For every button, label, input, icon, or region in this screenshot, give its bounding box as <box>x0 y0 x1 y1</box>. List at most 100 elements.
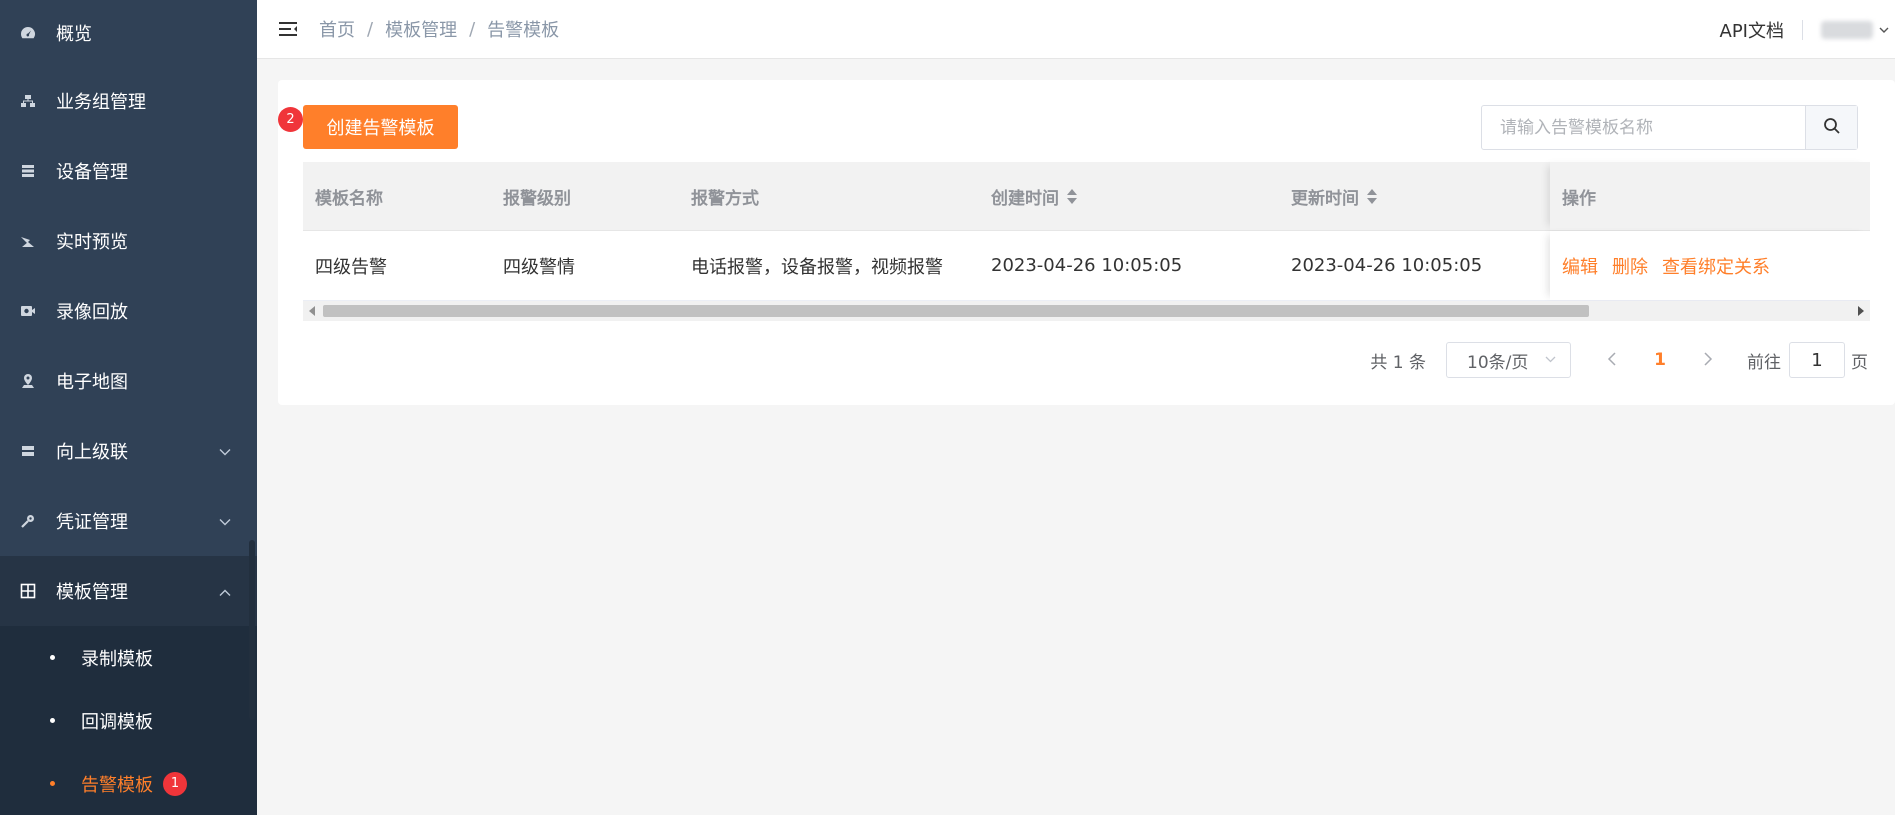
bullet-dot <box>50 655 55 660</box>
sidebar-item-credentials[interactable]: 凭证管理 <box>0 486 257 556</box>
avatar[interactable] <box>1821 20 1873 39</box>
delete-link[interactable]: 删除 <box>1612 253 1648 279</box>
sidebar-item-cascade[interactable]: 向上级联 <box>0 416 257 486</box>
sidebar-item-live-preview[interactable]: 实时预览 <box>0 206 257 276</box>
view-bindings-link[interactable]: 查看绑定关系 <box>1662 253 1770 279</box>
scroll-left-icon[interactable] <box>309 306 315 316</box>
column-header-updated[interactable]: 更新时间 <box>1279 184 1549 209</box>
bullet-dot <box>50 781 55 786</box>
pagination: 共 1 条 10条/页 1 前往 页 <box>1370 342 1868 378</box>
page-size-value: 10条/页 <box>1467 352 1529 373</box>
cell-created: 2023-04-26 10:05:05 <box>991 255 1183 276</box>
header-right: API文档 <box>1720 0 1895 59</box>
sidebar: 概览 业务组管理 设备管理 实时预览 录像回放 电子地图 向上级联 凭证管理 模… <box>0 0 257 815</box>
alarm-template-table: 模板名称 报警级别 报警方式 创建时间 更新时间 操作 四级告警 四级警情 电话… <box>303 162 1870 321</box>
sort-icon[interactable] <box>1067 188 1077 204</box>
create-alarm-template-button[interactable]: 创建告警模板 <box>303 105 458 149</box>
alarm-template-card: 创建告警模板 2 模板名称 报警级别 报警方式 创建时间 更新时间 操作 四级告… <box>278 80 1895 405</box>
sidebar-item-map[interactable]: 电子地图 <box>0 346 257 416</box>
sidebar-item-business-group[interactable]: 业务组管理 <box>0 66 257 136</box>
breadcrumb-current: 告警模板 <box>487 20 560 41</box>
table-header: 模板名称 报警级别 报警方式 创建时间 更新时间 操作 <box>303 162 1870 231</box>
page-size-select[interactable]: 10条/页 <box>1446 342 1571 378</box>
key-icon <box>20 513 36 529</box>
bullet-dot <box>50 718 55 723</box>
sidebar-scrollbar[interactable] <box>249 540 255 720</box>
table-row: 四级告警 四级警情 电话报警，设备报警，视频报警 2023-04-26 10:0… <box>303 231 1870 301</box>
top-header: 首页 / 模板管理 / 告警模板 API文档 <box>257 0 1895 59</box>
sidebar-subitem-recording-template[interactable]: 录制模板 <box>0 626 257 689</box>
table-horizontal-scrollbar[interactable] <box>303 301 1870 321</box>
goto-page-input[interactable] <box>1789 342 1845 378</box>
api-doc-link[interactable]: API文档 <box>1720 17 1784 43</box>
page-number-current[interactable]: 1 <box>1635 350 1685 370</box>
sidebar-item-playback[interactable]: 录像回放 <box>0 276 257 346</box>
sort-icon[interactable] <box>1367 188 1377 204</box>
column-header-actions: 操作 <box>1550 162 1870 230</box>
sidebar-item-device[interactable]: 设备管理 <box>0 136 257 206</box>
chevron-down-icon[interactable] <box>1879 23 1889 37</box>
sidebar-subitem-label: 录制模板 <box>81 648 153 670</box>
sidebar-subitem-alarm-template[interactable]: 告警模板 1 <box>0 752 257 815</box>
dashboard-icon <box>20 25 36 41</box>
sidebar-item-label: 业务组管理 <box>56 92 146 113</box>
cell-method: 电话报警，设备报警，视频报警 <box>691 256 943 278</box>
divider <box>1802 19 1803 40</box>
collapse-menu-icon[interactable] <box>277 18 299 40</box>
sidebar-item-label: 概览 <box>56 24 92 45</box>
edit-link[interactable]: 编辑 <box>1562 253 1598 279</box>
grid-icon <box>20 583 36 599</box>
sidebar-item-label: 录像回放 <box>56 302 128 323</box>
column-header-label: 创建时间 <box>991 188 1059 209</box>
cell-actions: 编辑 删除 查看绑定关系 <box>1550 231 1870 300</box>
goto-label: 前往 <box>1747 352 1781 373</box>
sidebar-subitem-label: 回调模板 <box>81 711 153 733</box>
column-header-level: 报警级别 <box>503 188 571 209</box>
sidebar-item-overview[interactable]: 概览 <box>0 0 257 66</box>
next-page-button[interactable] <box>1693 350 1723 371</box>
sidebar-subitem-callback-template[interactable]: 回调模板 <box>0 689 257 752</box>
chevron-up-icon <box>219 581 231 602</box>
search-input[interactable] <box>1482 106 1805 149</box>
breadcrumb-separator: / <box>367 18 374 40</box>
org-tree-icon <box>20 93 36 109</box>
sidebar-item-label: 模板管理 <box>56 582 128 603</box>
sidebar-item-label: 设备管理 <box>56 162 128 183</box>
scrollbar-thumb[interactable] <box>323 305 1589 317</box>
search-button[interactable] <box>1805 106 1857 149</box>
templates-submenu: 录制模板 回调模板 告警模板 1 <box>0 626 257 815</box>
column-header-name: 模板名称 <box>315 188 383 209</box>
cascade-icon <box>20 443 36 459</box>
sidebar-item-templates[interactable]: 模板管理 <box>0 556 257 626</box>
search-box <box>1481 105 1858 150</box>
sidebar-item-label: 实时预览 <box>56 232 128 253</box>
chevron-down-icon <box>1545 352 1556 367</box>
cell-level: 四级警情 <box>503 256 575 278</box>
cell-updated: 2023-04-26 10:05:05 <box>1291 255 1483 276</box>
column-header-label: 更新时间 <box>1291 188 1359 209</box>
chevron-down-icon <box>219 441 231 462</box>
scroll-right-icon[interactable] <box>1858 306 1864 316</box>
map-pin-icon <box>20 373 36 389</box>
pagination-total: 共 1 条 <box>1370 352 1426 373</box>
step-badge: 2 <box>278 107 303 132</box>
breadcrumb-templates[interactable]: 模板管理 <box>385 16 457 42</box>
video-preview-icon <box>20 233 36 249</box>
breadcrumb: 首页 / 模板管理 / 告警模板 <box>319 16 559 42</box>
chevron-down-icon <box>219 511 231 532</box>
column-header-created[interactable]: 创建时间 <box>979 184 1279 209</box>
cell-name: 四级告警 <box>315 256 387 278</box>
step-badge: 1 <box>163 771 187 796</box>
prev-page-button[interactable] <box>1597 350 1627 371</box>
camera-playback-icon <box>20 303 36 319</box>
breadcrumb-home[interactable]: 首页 <box>319 16 355 42</box>
column-header-method: 报警方式 <box>691 188 759 209</box>
breadcrumb-separator: / <box>469 18 476 40</box>
page-suffix: 页 <box>1851 352 1868 373</box>
sidebar-item-label: 向上级联 <box>56 442 128 463</box>
server-icon <box>20 163 36 179</box>
search-icon <box>1823 117 1841 139</box>
sidebar-item-label: 电子地图 <box>56 372 128 393</box>
sidebar-item-label: 凭证管理 <box>56 512 128 533</box>
sidebar-subitem-label: 告警模板 <box>81 774 153 796</box>
